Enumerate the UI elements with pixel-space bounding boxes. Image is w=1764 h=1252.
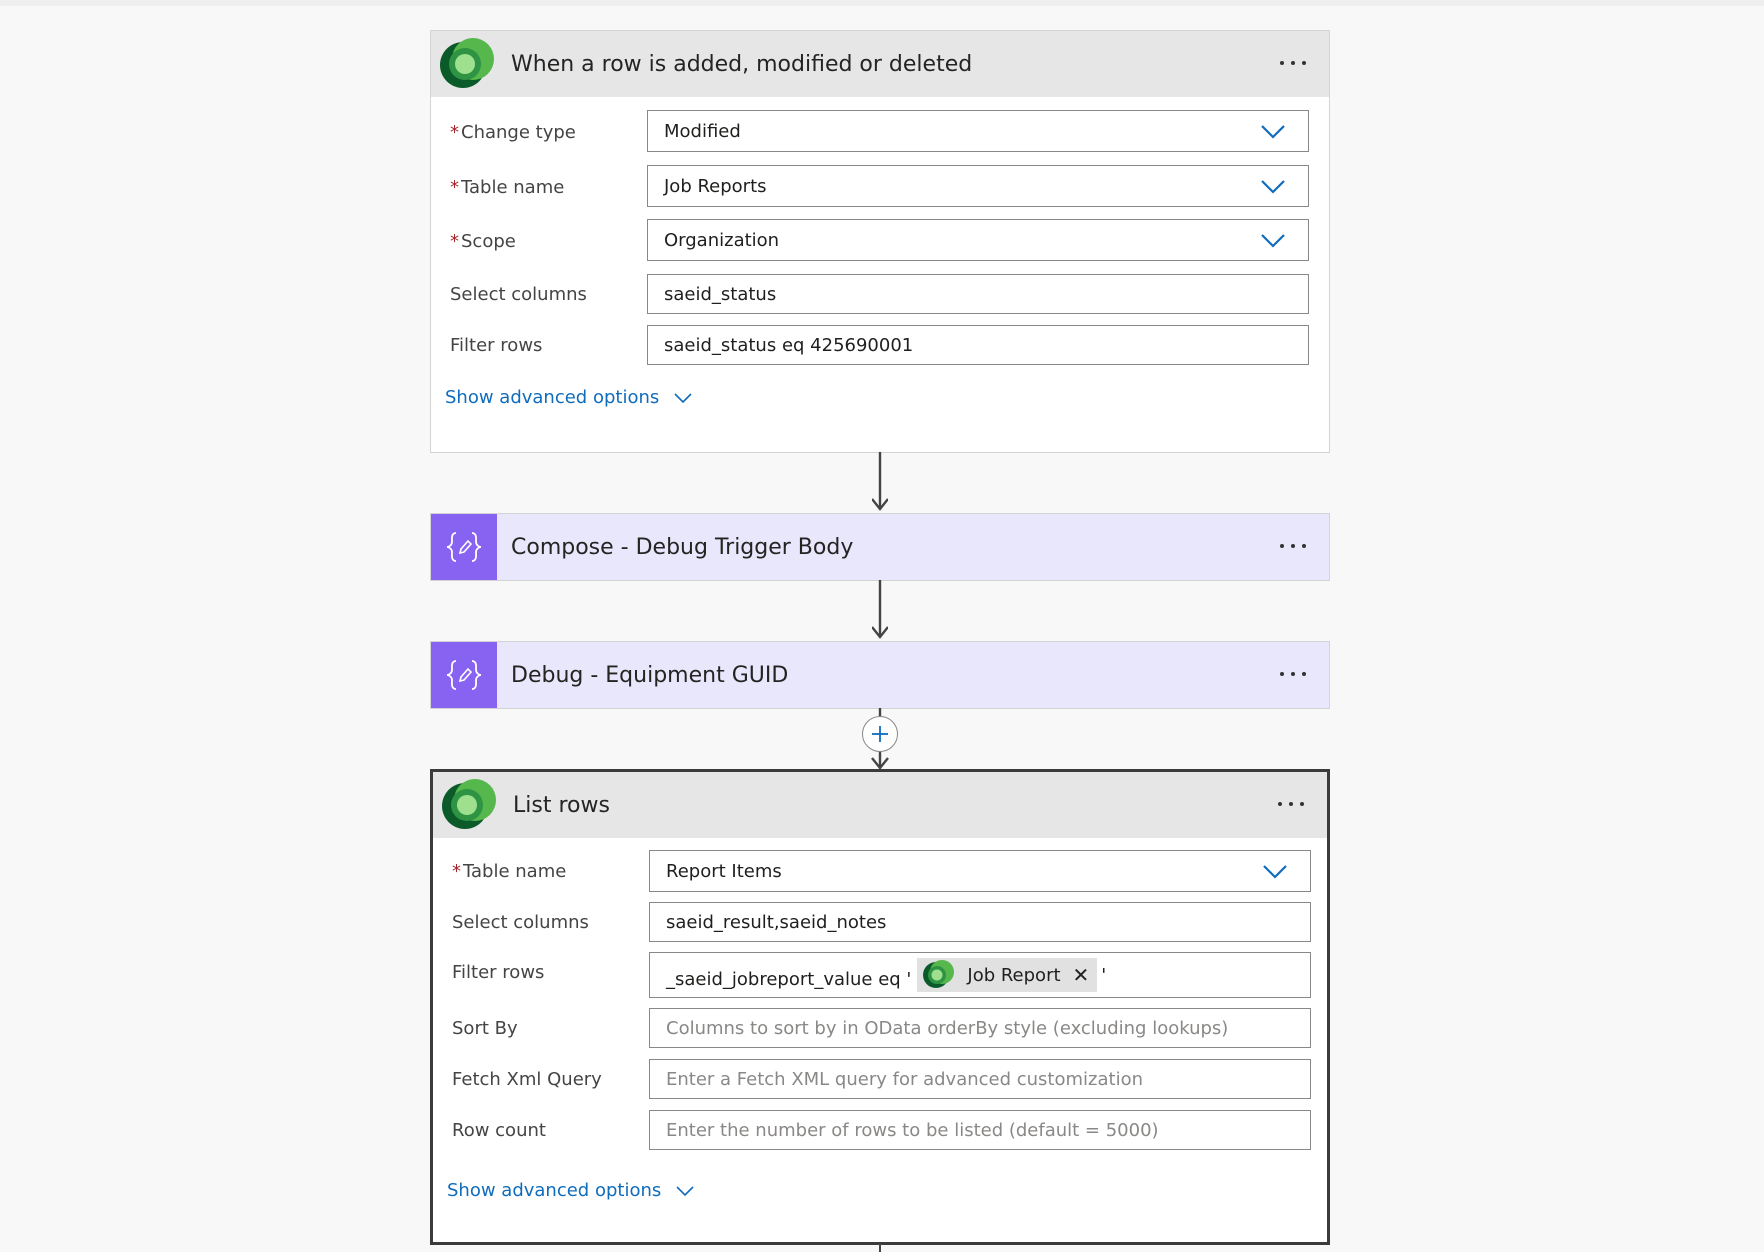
lr-sort-by-label: Sort By	[452, 1017, 518, 1039]
chevron-down-icon	[1261, 234, 1285, 248]
list-rows-card-body: * Table name Report Items Select columns…	[433, 838, 1327, 1242]
filter-rows-label: Filter rows	[450, 334, 543, 356]
table-name-value: Job Reports	[664, 175, 767, 197]
lr-row-count-row: Row count Enter the number of rows to be…	[433, 1110, 1327, 1150]
lr-row-count-label: Row count	[452, 1119, 546, 1141]
more-dots-icon	[1280, 544, 1306, 548]
more-dots-icon	[1280, 61, 1306, 65]
compose-more-options-button[interactable]	[1273, 528, 1313, 564]
lr-fetch-xml-placeholder: Enter a Fetch XML query for advanced cus…	[666, 1068, 1143, 1090]
chevron-down-icon	[676, 1185, 694, 1196]
lr-select-columns-row: Select columns saeid_result,saeid_notes	[433, 902, 1327, 942]
chevron-down-icon	[1263, 865, 1287, 879]
debug-more-options-button[interactable]	[1273, 656, 1313, 692]
scope-value: Organization	[664, 229, 780, 251]
lr-table-name-row: * Table name Report Items	[433, 850, 1327, 892]
table-name-dropdown[interactable]: Job Reports	[647, 165, 1309, 207]
add-step-button[interactable]	[862, 716, 898, 752]
list-rows-card[interactable]: List rows * Table name Report Items Sele…	[430, 769, 1330, 1245]
scope-label-text: Scope	[461, 230, 516, 252]
remove-token-close-icon[interactable]: ✕	[1073, 963, 1090, 987]
trigger-card-header[interactable]: When a row is added, modified or deleted	[431, 31, 1329, 97]
lr-fetch-xml-label: Fetch Xml Query	[452, 1068, 602, 1090]
required-marker: *	[450, 176, 459, 198]
chevron-down-icon	[674, 392, 692, 403]
chevron-down-icon	[1261, 180, 1285, 194]
select-columns-input[interactable]: saeid_status	[647, 274, 1309, 314]
more-dots-icon	[1278, 802, 1304, 806]
compose-icon	[431, 514, 497, 580]
canvas-top-bar	[0, 0, 1764, 6]
select-columns-label: Select columns	[450, 283, 587, 305]
connector-stub	[879, 1244, 881, 1252]
lr-show-advanced-options-link[interactable]: Show advanced options	[447, 1180, 695, 1201]
compose-debug-trigger-body-title: Compose - Debug Trigger Body	[511, 534, 854, 560]
lr-sort-by-input[interactable]: Columns to sort by in OData orderBy styl…	[649, 1008, 1311, 1048]
required-marker: *	[450, 121, 459, 143]
show-advanced-options-text: Show advanced options	[445, 387, 660, 408]
lr-filter-rows-prefix: _saeid_jobreport_value eq '	[666, 968, 912, 990]
lr-select-columns-input[interactable]: saeid_result,saeid_notes	[649, 902, 1311, 942]
arrow-down-connector	[872, 452, 888, 511]
select-columns-row: Select columns saeid_status	[431, 274, 1329, 314]
lr-filter-rows-label: Filter rows	[452, 962, 545, 983]
dataverse-logo-icon	[431, 31, 497, 97]
trigger-more-options-button[interactable]	[1273, 45, 1313, 81]
filter-rows-row: Filter rows saeid_status eq 425690001	[431, 325, 1329, 365]
trigger-card-body: * Change type Modified * Table name Job …	[431, 97, 1329, 452]
change-type-label-text: Change type	[461, 121, 576, 143]
lr-select-columns-value: saeid_result,saeid_notes	[666, 911, 887, 933]
job-report-token[interactable]: Job Report ✕	[917, 958, 1098, 992]
select-columns-value: saeid_status	[664, 283, 777, 305]
lr-row-count-input[interactable]: Enter the number of rows to be listed (d…	[649, 1110, 1311, 1150]
required-marker: *	[450, 230, 459, 252]
list-rows-title: List rows	[513, 792, 610, 818]
lr-table-name-dropdown[interactable]: Report Items	[649, 850, 1311, 892]
show-advanced-options-link[interactable]: Show advanced options	[445, 387, 693, 408]
debug-equipment-guid-title: Debug - Equipment GUID	[511, 662, 789, 688]
lr-sort-by-placeholder: Columns to sort by in OData orderBy styl…	[666, 1017, 1229, 1039]
lr-table-name-label-text: Table name	[463, 860, 567, 882]
lr-sort-by-row: Sort By Columns to sort by in OData orde…	[433, 1008, 1327, 1048]
trigger-title: When a row is added, modified or deleted	[511, 51, 973, 77]
lr-table-name-value: Report Items	[666, 860, 782, 882]
lr-filter-rows-row: Filter rows _saeid_jobreport_value eq ' …	[433, 952, 1327, 998]
lr-table-name-label: * Table name	[452, 850, 566, 892]
debug-equipment-guid-card[interactable]: Debug - Equipment GUID	[430, 641, 1330, 709]
change-type-dropdown[interactable]: Modified	[647, 110, 1309, 152]
scope-label: * Scope	[450, 219, 516, 263]
change-type-value: Modified	[664, 120, 741, 142]
more-dots-icon	[1280, 672, 1306, 676]
table-name-label-text: Table name	[461, 176, 565, 198]
scope-row: * Scope Organization	[431, 219, 1329, 263]
arrow-down-connector	[872, 580, 888, 639]
lr-select-columns-label: Select columns	[452, 911, 589, 933]
lr-show-advanced-options-text: Show advanced options	[447, 1180, 662, 1201]
filter-rows-value: saeid_status eq 425690001	[664, 334, 914, 356]
plus-icon	[872, 726, 888, 742]
table-name-row: * Table name Job Reports	[431, 165, 1329, 209]
job-report-token-label: Job Report	[967, 964, 1061, 986]
list-rows-card-header[interactable]: List rows	[433, 772, 1327, 838]
dataverse-logo-icon	[433, 772, 499, 838]
change-type-row: * Change type Modified	[431, 110, 1329, 154]
lr-row-count-placeholder: Enter the number of rows to be listed (d…	[666, 1119, 1159, 1141]
lr-fetch-xml-input[interactable]: Enter a Fetch XML query for advanced cus…	[649, 1059, 1311, 1099]
lr-filter-rows-suffix: '	[1101, 964, 1107, 986]
list-rows-more-options-button[interactable]	[1271, 786, 1311, 822]
filter-rows-input[interactable]: saeid_status eq 425690001	[647, 325, 1309, 365]
trigger-card[interactable]: When a row is added, modified or deleted…	[430, 30, 1330, 453]
table-name-label: * Table name	[450, 165, 564, 209]
chevron-down-icon	[1261, 125, 1285, 139]
dataverse-logo-icon	[919, 958, 959, 992]
compose-debug-trigger-body-card[interactable]: Compose - Debug Trigger Body	[430, 513, 1330, 581]
required-marker: *	[452, 860, 461, 882]
change-type-label: * Change type	[450, 110, 576, 154]
lr-filter-rows-input[interactable]: _saeid_jobreport_value eq ' Job Report ✕…	[649, 952, 1311, 998]
compose-icon	[431, 642, 497, 708]
scope-dropdown[interactable]: Organization	[647, 219, 1309, 261]
lr-fetch-xml-row: Fetch Xml Query Enter a Fetch XML query …	[433, 1059, 1327, 1099]
